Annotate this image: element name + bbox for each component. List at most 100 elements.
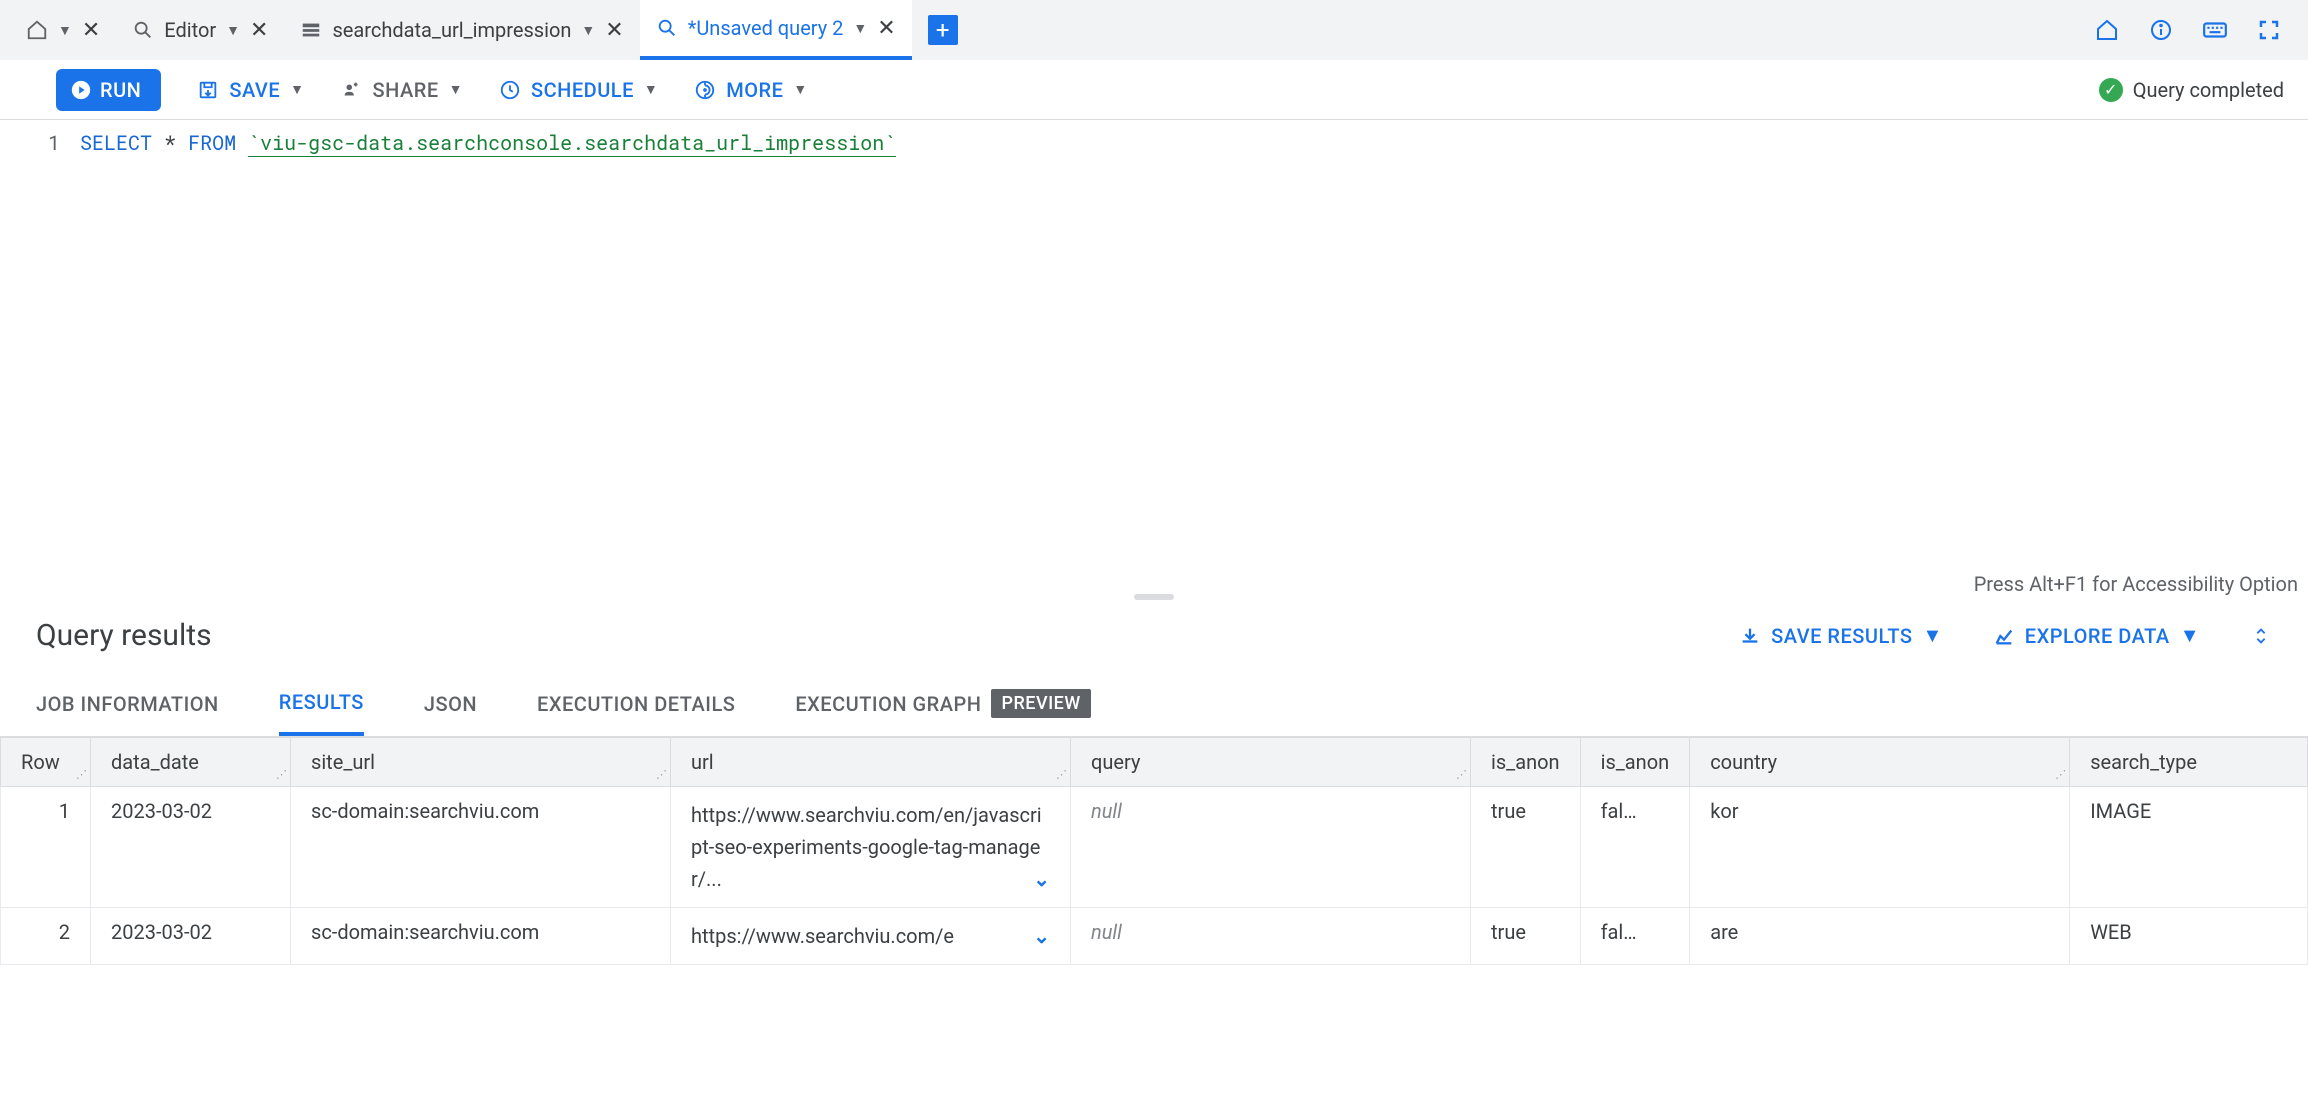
col-url[interactable]: url⋰ [671, 738, 1071, 787]
schedule-button[interactable]: SCHEDULE ▼ [499, 78, 658, 102]
tab-editor[interactable]: Editor ▼ ✕ [116, 0, 284, 60]
resize-handle-icon[interactable]: ⋰ [276, 772, 288, 784]
save-results-label: SAVE RESULTS [1771, 624, 1912, 648]
explore-data-button[interactable]: EXPLORE DATA ▼ [1993, 623, 2200, 648]
cell-site-url: sc-domain:searchviu.com [291, 787, 671, 908]
cell-site-url: sc-domain:searchviu.com [291, 908, 671, 965]
col-row[interactable]: Row⋰ [1, 738, 91, 787]
fullscreen-icon[interactable] [2256, 17, 2282, 43]
cell-search-type: IMAGE [2070, 787, 2308, 908]
new-tab-button[interactable]: + [928, 15, 958, 45]
tab-label: Editor [164, 18, 216, 42]
status-label: Query completed [2133, 78, 2284, 102]
cell-query: null [1071, 787, 1471, 908]
col-search-type[interactable]: search_type [2070, 738, 2308, 787]
cell-url: https://www.searchviu.com/en/javascript-… [671, 787, 1071, 908]
col-site-url[interactable]: site_url⋰ [291, 738, 671, 787]
cell-row-num: 1 [1, 787, 91, 908]
line-number: 1 [0, 130, 60, 156]
query-status: ✓ Query completed [2099, 78, 2284, 102]
code-content[interactable]: SELECT * FROM `viu-gsc-data.searchconsol… [80, 120, 2308, 600]
share-button[interactable]: SHARE ▼ [341, 78, 463, 102]
tab-job-info[interactable]: JOB INFORMATION [36, 674, 219, 734]
run-label: RUN [100, 78, 141, 102]
cell-country: kor [1690, 787, 2070, 908]
share-label: SHARE [373, 78, 439, 102]
col-is-anon-1[interactable]: is_anon [1471, 738, 1581, 787]
query-icon [656, 17, 678, 39]
col-is-anon-2[interactable]: is_anon [1580, 738, 1690, 787]
home-pin-icon[interactable] [2094, 17, 2120, 43]
table-icon [300, 19, 322, 41]
cell-data-date: 2023-03-02 [91, 787, 291, 908]
save-label: SAVE [229, 78, 280, 102]
accessibility-hint: Press Alt+F1 for Accessibility Option [1974, 572, 2298, 596]
preview-badge: PREVIEW [991, 689, 1090, 718]
explore-data-label: EXPLORE DATA [2025, 624, 2170, 648]
caret-down-icon[interactable]: ▼ [853, 20, 867, 37]
table-row: 2 2023-03-02 sc-domain:searchviu.com htt… [1, 908, 2308, 965]
caret-down-icon: ▼ [449, 81, 463, 98]
close-icon[interactable]: ✕ [877, 16, 895, 41]
caret-down-icon: ▼ [1922, 623, 1942, 648]
resize-handle-icon[interactable]: ⋰ [656, 772, 668, 784]
expand-collapse-icon[interactable] [2250, 625, 2272, 647]
info-icon[interactable] [2148, 17, 2174, 43]
check-icon: ✓ [2099, 78, 2123, 102]
col-data-date[interactable]: data_date⋰ [91, 738, 291, 787]
save-button[interactable]: SAVE ▼ [197, 78, 304, 102]
cell-anon1: true [1471, 787, 1581, 908]
tab-home[interactable]: ▼ ✕ [10, 0, 116, 60]
run-button[interactable]: RUN [56, 69, 161, 111]
cell-row-num: 2 [1, 908, 91, 965]
cell-anon1: true [1471, 908, 1581, 965]
tab-exec-details[interactable]: EXECUTION DETAILS [537, 674, 735, 734]
caret-down-icon: ▼ [644, 81, 658, 98]
resize-handle[interactable] [1134, 594, 1174, 600]
cell-anon2: fal… [1580, 787, 1690, 908]
more-button[interactable]: MORE ▼ [694, 78, 808, 102]
tab-json[interactable]: JSON [424, 674, 477, 734]
home-icon [26, 19, 48, 41]
resize-handle-icon[interactable]: ⋰ [2055, 772, 2067, 784]
cell-query: null [1071, 908, 1471, 965]
caret-down-icon: ▼ [290, 81, 304, 98]
exec-graph-label: EXECUTION GRAPH [795, 692, 981, 716]
more-label: MORE [726, 78, 783, 102]
resize-handle-icon[interactable]: ⋰ [1056, 772, 1068, 784]
caret-down-icon[interactable]: ▼ [226, 22, 240, 39]
keyboard-icon[interactable] [2202, 17, 2228, 43]
cell-data-date: 2023-03-02 [91, 908, 291, 965]
right-icon-bar [2094, 17, 2298, 43]
results-header: Query results SAVE RESULTS ▼ EXPLORE DAT… [0, 600, 2308, 671]
close-icon[interactable]: ✕ [605, 18, 623, 43]
caret-down-icon[interactable]: ▼ [58, 22, 72, 39]
results-table: Row⋰ data_date⋰ site_url⋰ url⋰ query⋰ is… [0, 737, 2308, 965]
expand-icon[interactable]: ⌄ [1033, 863, 1050, 895]
cell-url: https://www.searchviu.com/e⌄ [671, 908, 1071, 965]
tab-results[interactable]: RESULTS [279, 672, 364, 736]
caret-down-icon[interactable]: ▼ [581, 22, 595, 39]
table-row: 1 2023-03-02 sc-domain:searchviu.com htt… [1, 787, 2308, 908]
cell-search-type: WEB [2070, 908, 2308, 965]
line-gutter: 1 [0, 120, 80, 600]
col-country[interactable]: country⋰ [1690, 738, 2070, 787]
caret-down-icon: ▼ [793, 81, 807, 98]
col-query[interactable]: query⋰ [1071, 738, 1471, 787]
result-tabs: JOB INFORMATION RESULTS JSON EXECUTION D… [0, 671, 2308, 737]
sql-editor[interactable]: 1 SELECT * FROM `viu-gsc-data.searchcons… [0, 120, 2308, 600]
resize-handle-icon[interactable]: ⋰ [76, 772, 88, 784]
query-icon [132, 19, 154, 41]
save-results-button[interactable]: SAVE RESULTS ▼ [1739, 623, 1943, 648]
tab-label: *Unsaved query 2 [688, 16, 844, 40]
tab-unsaved-query[interactable]: *Unsaved query 2 ▼ ✕ [640, 0, 912, 60]
close-icon[interactable]: ✕ [82, 18, 100, 43]
tab-exec-graph[interactable]: EXECUTION GRAPH PREVIEW [795, 671, 1090, 736]
tab-label: searchdata_url_impression [332, 18, 571, 42]
cell-country: are [1690, 908, 2070, 965]
tab-table[interactable]: searchdata_url_impression ▼ ✕ [284, 0, 639, 60]
resize-handle-icon[interactable]: ⋰ [1456, 772, 1468, 784]
expand-icon[interactable]: ⌄ [1033, 920, 1050, 952]
cell-anon2: fal… [1580, 908, 1690, 965]
close-icon[interactable]: ✕ [250, 18, 268, 43]
